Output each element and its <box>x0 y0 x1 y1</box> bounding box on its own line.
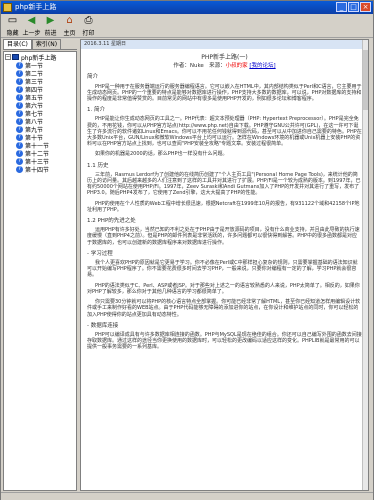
forward-button[interactable]: ▶ 前进 <box>41 14 60 38</box>
section-heading: - 数据库连接 <box>87 322 119 329</box>
help-page-icon: ? <box>16 165 23 173</box>
forum-link[interactable]: [我的论坛] <box>249 63 275 69</box>
help-page-icon: ? <box>16 125 23 133</box>
help-page-icon: ? <box>16 149 23 157</box>
paragraph: 如果你的机器是2000的话，那么PHP也一样没有什么问题。 <box>95 151 228 158</box>
paragraph: PHP的语法类似于C、Perl、ASP或者JSP。对于那些对上述之一的语言较熟悉… <box>87 282 360 295</box>
print-button[interactable]: ⎙ 打印 <box>79 14 98 38</box>
vertical-scrollbar[interactable] <box>362 40 368 490</box>
source-name: 小叔的家 <box>225 63 248 70</box>
scrollbar-thumb[interactable] <box>363 50 368 110</box>
minimize-button[interactable]: _ <box>336 2 347 12</box>
toolbar: ▭ 隐藏 ◀ 上一步 ▶ 前进 ⌂ 主页 ⎙ 打印 <box>1 14 373 38</box>
help-page-icon: ? <box>16 85 23 93</box>
app-window: php新手上路 _ □ × ▭ 隐藏 ◀ 上一步 ▶ 前进 ⌂ 主页 ⎙ 打印 目录(C)… <box>0 0 374 500</box>
print-icon: ⎙ <box>84 15 93 26</box>
back-icon: ◀ <box>27 15 36 26</box>
window-controls: _ □ × <box>336 2 371 12</box>
article-title: PHP新手上路(一) <box>201 54 248 61</box>
article-body: PHP新手上路(一) 作者：Nuke 来源：小叔的家 [我的论坛] 简介 PHP是… <box>81 49 368 351</box>
help-page-icon: ? <box>16 69 23 77</box>
maximize-button[interactable]: □ <box>348 2 359 12</box>
paragraph: 三年前，Rasmus Lerdorf为了创建他的在线简历创建了"个人主页工具"(… <box>87 171 361 197</box>
app-icon <box>3 3 12 12</box>
home-button[interactable]: ⌂ 主页 <box>60 14 79 38</box>
date-bar: 2016.3.11 星期日 <box>81 40 368 49</box>
paragraph: PHP是一种用于在服务器端运行的服务器编程语言。它可以嵌入在HTML中，其内部结… <box>87 83 362 103</box>
author-name: Nuke <box>189 63 204 70</box>
help-page-icon: ? <box>16 117 23 125</box>
paragraph: PHP的使用在个人性质的Web工程中增长很迅速，根据Netcraft在1999年… <box>87 200 360 213</box>
paragraph: 我个人更喜欢PHP的原因就是它更易于学习。你不必像在Perl或C中那样担心复杂的… <box>87 260 358 279</box>
help-page-icon: ? <box>16 77 23 85</box>
tree-item[interactable]: ? 第十四节 <box>4 165 76 174</box>
help-page-icon: ? <box>16 157 23 165</box>
help-page-icon: ? <box>16 101 23 109</box>
help-page-icon: ? <box>16 93 23 101</box>
tab-contents[interactable]: 目录(C) <box>3 39 32 49</box>
paragraph: PHP可以编译成具有与许多数据库相连接的函数。PHP与MySQL是现在绝佳的组合… <box>87 331 362 351</box>
collapse-icon[interactable]: − <box>5 54 11 60</box>
tab-index[interactable]: 索引(N) <box>31 39 62 49</box>
back-button[interactable]: ◀ 上一步 <box>22 14 41 38</box>
hide-button[interactable]: ▭ 隐藏 <box>3 14 22 38</box>
sidebar: 目录(C) 索引(N) − php新手上路 ? 第一节? 第二节? 第三节? 第四节? 第… <box>3 39 77 491</box>
window-title: php新手上路 <box>15 3 57 11</box>
sidebar-tabs: 目录(C) 索引(N) <box>3 39 77 50</box>
section-heading: 简介 <box>87 74 99 81</box>
help-page-icon: ? <box>16 61 23 69</box>
section-heading: - 学习过程 <box>87 250 113 257</box>
book-icon <box>12 54 19 60</box>
section-heading: 1.2 PHP的先进之处 <box>87 218 136 225</box>
hide-icon: ▭ <box>7 15 18 26</box>
help-page-icon: ? <box>16 133 23 141</box>
home-icon: ⌂ <box>66 15 73 26</box>
forward-icon: ▶ <box>46 15 55 26</box>
status-bar <box>1 492 373 500</box>
section-heading: 1. 简介 <box>87 107 105 114</box>
close-button[interactable]: × <box>360 2 371 12</box>
section-heading: 1.1 历史 <box>87 162 109 169</box>
paragraph: 运用PHP有许多好处，当然已知的不利之处在于PHP由于是开放源码的项目，没有什么… <box>87 227 360 246</box>
help-page-icon: ? <box>16 109 23 117</box>
contents-tree: − php新手上路 ? 第一节? 第二节? 第三节? 第四节? 第五节? 第六节? 第七节? 第… <box>3 51 77 491</box>
content-pane: 2016.3.11 星期日 PHP新手上路(一) 作者：Nuke 来源：小叔的家… <box>80 39 369 491</box>
paragraph: PHP是能让你生成动态网页的工具之一。PHP代表：超文本预处理器（PHP: Hy… <box>87 116 362 148</box>
title-bar: php新手上路 _ □ × <box>1 1 373 14</box>
help-page-icon: ? <box>16 141 23 149</box>
article-meta: 作者：Nuke 来源：小叔的家 [我的论坛] <box>173 63 276 70</box>
paragraph: 你只需要30分钟就可以将PHP的核心语言特点全部掌握。你可能已经非常了解HTML… <box>87 299 361 318</box>
